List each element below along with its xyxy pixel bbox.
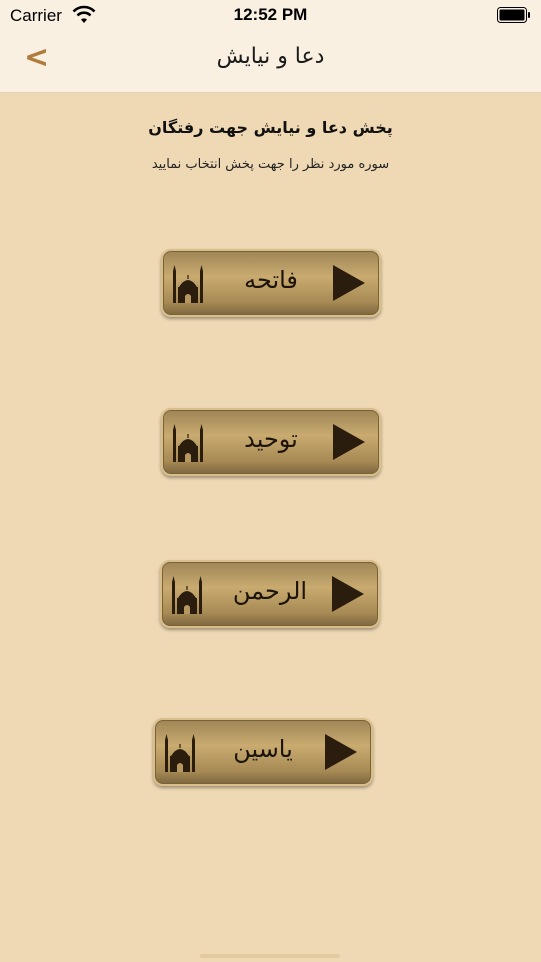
mosque-icon bbox=[172, 576, 202, 614]
surah-button-tawhid[interactable]: توحید bbox=[161, 408, 381, 476]
mosque-icon bbox=[173, 265, 203, 303]
mosque-icon bbox=[165, 734, 195, 772]
section-instruction: سوره مورد نظر را جهت پخش انتخاب نمایید bbox=[151, 157, 390, 172]
mosque-icon bbox=[173, 424, 203, 462]
surah-label: الرحمن bbox=[232, 577, 308, 605]
surah-label: توحید bbox=[244, 425, 298, 453]
play-icon bbox=[325, 734, 357, 770]
surah-button-fatiha[interactable]: فاتحه bbox=[161, 249, 381, 317]
surah-label: فاتحه bbox=[244, 266, 298, 294]
status-time: 12:52 PM bbox=[233, 5, 308, 24]
status-bar: Carrier 12:52 PM bbox=[0, 0, 541, 30]
surah-label: یاسین bbox=[233, 735, 293, 763]
play-icon bbox=[333, 424, 365, 460]
section-heading: پخش دعا و نیایش جهت رفتگان bbox=[148, 118, 393, 137]
play-icon bbox=[333, 265, 365, 301]
home-indicator bbox=[200, 954, 340, 958]
surah-button-rahman[interactable]: الرحمن bbox=[160, 560, 380, 628]
navigation-bar: < دعا و نیایش bbox=[0, 30, 541, 93]
surah-button-yasin[interactable]: یاسین bbox=[153, 718, 373, 786]
battery-icon bbox=[497, 7, 530, 23]
play-icon bbox=[332, 576, 364, 612]
page-title: دعا و نیایش bbox=[216, 44, 325, 69]
